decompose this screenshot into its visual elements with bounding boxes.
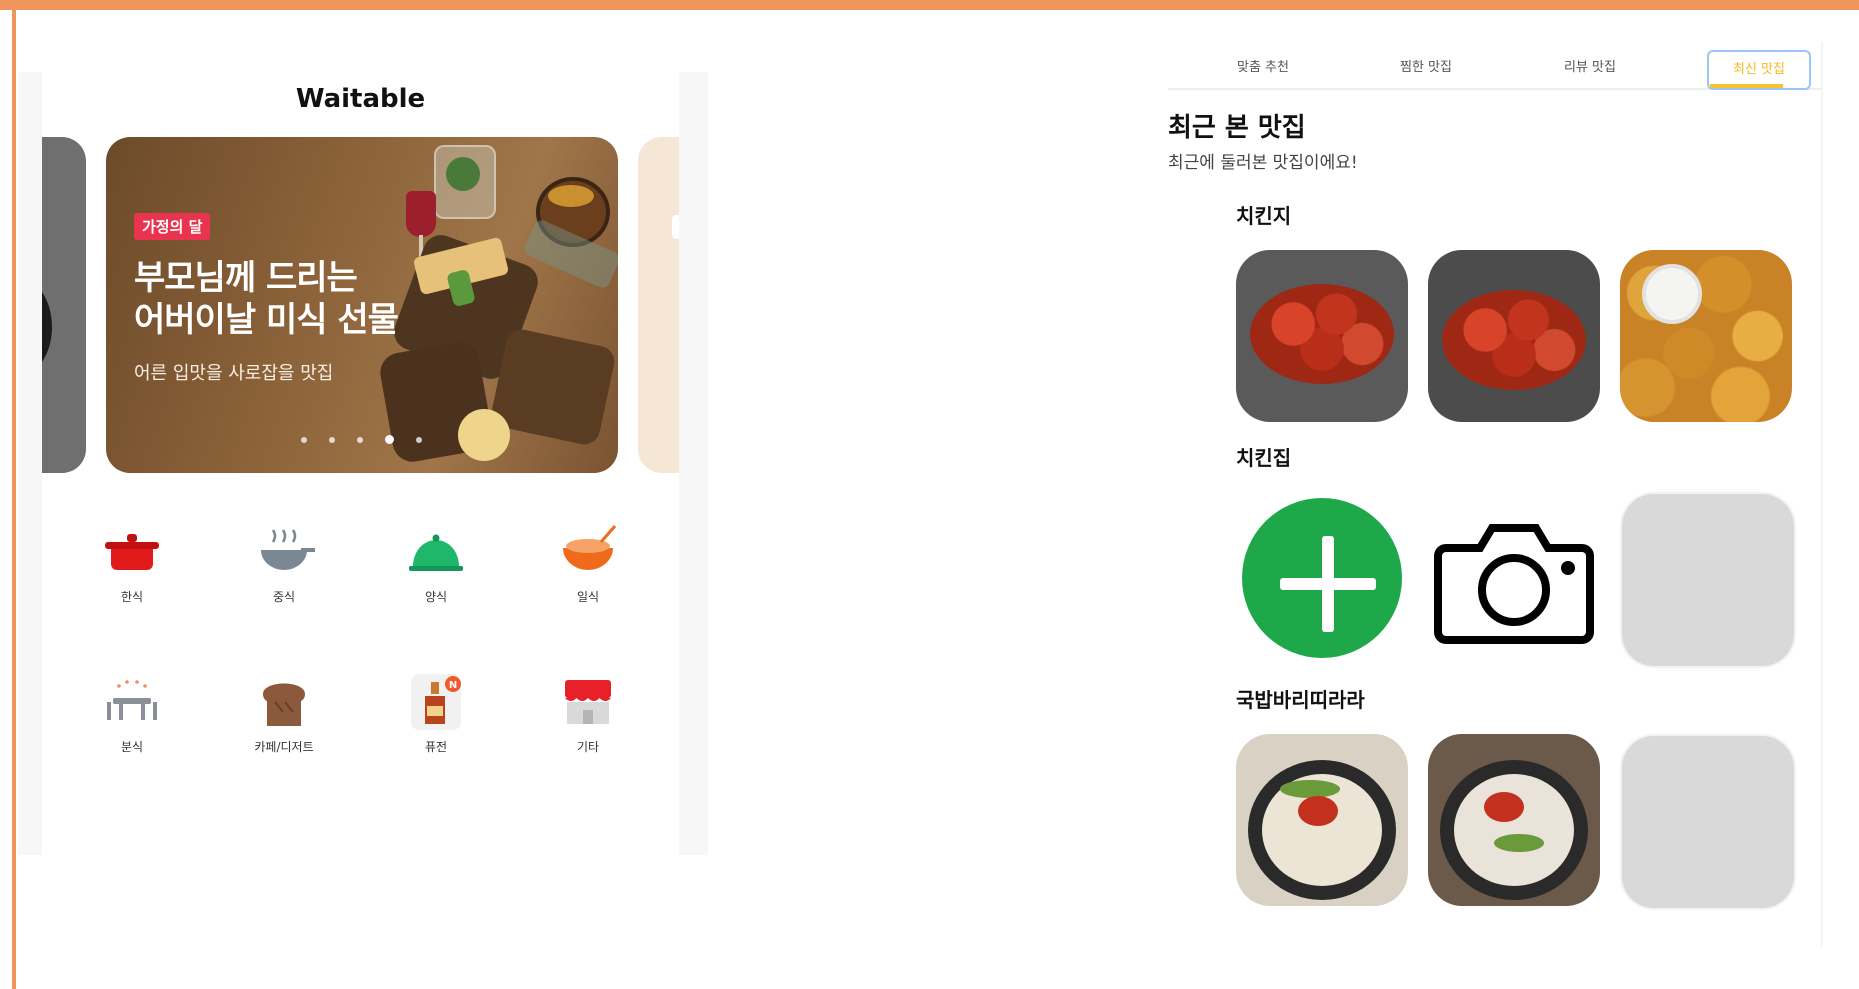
restaurant-photo[interactable]: [1620, 250, 1792, 422]
category-label: 퓨전: [424, 740, 448, 754]
wine-glass-shape: [406, 191, 436, 237]
section-title: 최근 본 맛집: [1168, 113, 1306, 143]
restaurant-photo[interactable]: [1428, 734, 1600, 906]
recent-restaurants-screen: 맞춤 추천 찜한 맛집 리뷰 맛집 최신 맛집 최근 본 맛집 최근에 둘러본 …: [1168, 42, 1823, 947]
restaurant-photo[interactable]: [1236, 734, 1408, 906]
home-screen-content: Waitable 가정의 달 부모님께 드리는 어버이날 미식 선물 어른 입맛…: [42, 72, 679, 855]
carousel-dot[interactable]: [357, 436, 363, 443]
bread-icon: [249, 672, 319, 732]
group-title: 치킨집: [1236, 446, 1292, 470]
restaurant-photo[interactable]: [1428, 250, 1600, 422]
category-chinese[interactable]: 중식: [234, 522, 334, 605]
empty-photo-slot[interactable]: [1620, 734, 1796, 910]
rice-bowl-icon: [553, 522, 623, 582]
category-label: 카페/디저트: [254, 740, 314, 754]
category-snack[interactable]: 분식: [82, 672, 182, 755]
tab-custom-recommend[interactable]: 맞춤 추천: [1208, 50, 1318, 86]
tab-review[interactable]: 리뷰 맛집: [1535, 50, 1645, 86]
category-fusion[interactable]: N 퓨전: [386, 672, 486, 755]
category-label: 기타: [576, 740, 600, 754]
chili-paste-shape: [1298, 796, 1338, 826]
banner-badge: 가정의 달: [134, 213, 211, 240]
cloche-icon: [401, 522, 471, 582]
soup-shape: [1454, 774, 1574, 886]
peek-tag: [672, 215, 679, 239]
chili-paste-shape: [1484, 792, 1524, 822]
plus-stroke: [1280, 578, 1376, 590]
category-western[interactable]: 양식: [386, 522, 486, 605]
garnish-shape: [1280, 780, 1340, 798]
restaurant-photo[interactable]: [1236, 250, 1408, 422]
home-screen: Waitable 가정의 달 부모님께 드리는 어버이날 미식 선물 어른 입맛…: [18, 72, 708, 855]
category-label: 중식: [272, 590, 296, 604]
carousel-dot[interactable]: [301, 436, 307, 443]
group-title: 치킨지: [1236, 204, 1292, 228]
category-korean[interactable]: 한식: [82, 522, 182, 605]
category-label: 일식: [576, 590, 600, 604]
banner-subtitle: 어른 입맛을 사로잡을 맛집: [134, 363, 334, 384]
active-tab-indicator: [1710, 84, 1783, 88]
empty-photo-slot[interactable]: [1620, 492, 1796, 668]
frame-border-top: [0, 0, 1859, 10]
banner-headline-line1: 부모님께 드리는: [134, 258, 358, 298]
carousel-dots: [301, 435, 422, 444]
category-label: 분식: [120, 740, 144, 754]
jar-plant-shape: [446, 157, 480, 191]
carousel-dot[interactable]: [329, 436, 335, 443]
camera-icon: [1434, 524, 1594, 644]
group-title: 국밥바리띠라라: [1236, 688, 1365, 712]
banner-peek-previous[interactable]: [42, 137, 86, 473]
section-subtitle: 최근에 둘러본 맛집이에요!: [1168, 153, 1358, 173]
category-label: 양식: [424, 590, 448, 604]
storefront-icon: [553, 672, 623, 732]
pot-icon: [97, 522, 167, 582]
carousel-dot-active[interactable]: [385, 435, 394, 444]
dip-sauce-shape: [1642, 264, 1702, 324]
category-label: 한식: [120, 590, 144, 604]
category-cafe-dessert[interactable]: 카페/디저트: [234, 672, 334, 755]
frame-border-left: [12, 0, 16, 989]
camera-button[interactable]: [1428, 492, 1600, 664]
steaming-bowl-icon: [249, 522, 319, 582]
banner-peek-next[interactable]: [638, 137, 679, 473]
soup-shape: [548, 185, 594, 207]
carousel-dot[interactable]: [416, 436, 422, 443]
sauce-bottle-icon: N: [401, 672, 471, 732]
fried-chicken-shape: [1620, 250, 1792, 422]
promo-banner[interactable]: 가정의 달 부모님께 드리는 어버이날 미식 선물 어른 입맛을 사로잡을 맛집: [106, 137, 618, 473]
dessert-ball-shape: [458, 409, 510, 461]
category-japanese[interactable]: 일식: [538, 522, 638, 605]
plus-icon: [1242, 498, 1402, 658]
tab-favorites[interactable]: 찜한 맛집: [1371, 50, 1481, 86]
banner-headline-line2: 어버이날 미식 선물: [134, 300, 399, 340]
peek-image: [42, 277, 52, 377]
app-title: Waitable: [295, 84, 426, 114]
add-photo-button[interactable]: [1236, 492, 1408, 664]
table-icon: [97, 672, 167, 732]
category-etc[interactable]: 기타: [538, 672, 638, 755]
garnish-shape: [1494, 834, 1544, 852]
spicy-chicken-shape: [1250, 284, 1394, 384]
new-badge: N: [449, 680, 457, 691]
tab-bar: 맞춤 추천 찜한 맛집 리뷰 맛집 최신 맛집: [1168, 42, 1821, 90]
spicy-chicken-shape: [1442, 290, 1586, 390]
